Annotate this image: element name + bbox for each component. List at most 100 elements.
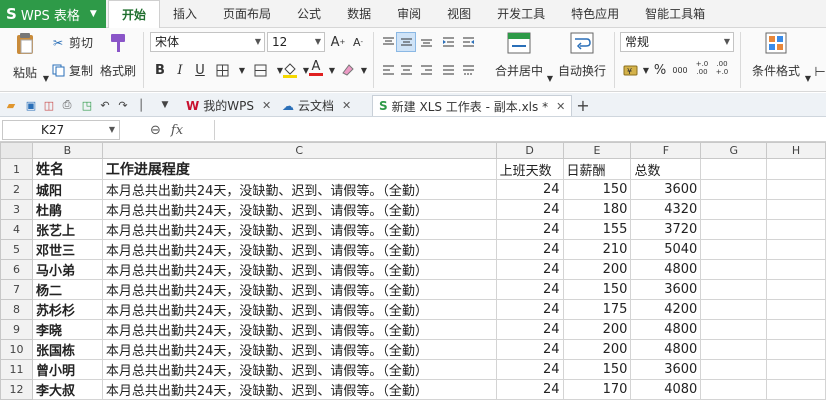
cell[interactable] bbox=[766, 158, 826, 180]
tab-home[interactable]: 开始 bbox=[108, 0, 161, 29]
cell-days[interactable]: 24 bbox=[495, 379, 564, 400]
row-header[interactable]: 7 bbox=[0, 279, 33, 300]
cell-name[interactable]: 马小弟 bbox=[31, 259, 103, 280]
row-header[interactable]: 3 bbox=[0, 199, 33, 220]
column-header[interactable]: D bbox=[495, 142, 564, 159]
cell-total[interactable]: 4800 bbox=[630, 339, 702, 360]
wps-app-menu-button[interactable]: S WPS 表格 ▼ bbox=[0, 0, 106, 28]
underline-button[interactable]: U bbox=[190, 60, 210, 80]
cell-progress[interactable]: 本月总共出勤共24天，没缺勤、迟到、请假等。（全勤） bbox=[101, 379, 497, 400]
cell[interactable] bbox=[700, 339, 768, 360]
cell[interactable] bbox=[700, 299, 768, 320]
cell-days[interactable]: 24 bbox=[495, 239, 564, 260]
cell-days[interactable]: 24 bbox=[495, 219, 564, 240]
tab-page-layout[interactable]: 页面布局 bbox=[210, 0, 284, 28]
cell[interactable]: 上班天数 bbox=[495, 158, 564, 180]
cell-progress[interactable]: 本月总共出勤共24天，没缺勤、迟到、请假等。（全勤） bbox=[101, 219, 497, 240]
cell[interactable]: 工作进展程度 bbox=[101, 158, 497, 180]
cell-daily-pay[interactable]: 150 bbox=[562, 359, 632, 380]
row-header[interactable]: 9 bbox=[0, 319, 33, 340]
cell-days[interactable]: 24 bbox=[495, 199, 564, 220]
cell-total[interactable]: 4200 bbox=[630, 299, 702, 320]
bold-button[interactable]: B bbox=[150, 60, 170, 80]
cell[interactable] bbox=[766, 199, 826, 220]
cell-total[interactable]: 3720 bbox=[630, 219, 702, 240]
print-icon[interactable]: ⎙ bbox=[60, 98, 74, 112]
save-icon[interactable]: ▣ bbox=[24, 98, 38, 112]
justify-icon[interactable] bbox=[438, 60, 458, 80]
decrease-decimal-icon[interactable]: .00 +.0 bbox=[712, 58, 732, 78]
cell-daily-pay[interactable]: 200 bbox=[562, 319, 632, 340]
column-header[interactable]: C bbox=[101, 142, 497, 159]
cell[interactable] bbox=[766, 239, 826, 260]
cell-name[interactable]: 张艺上 bbox=[31, 219, 103, 240]
row-header[interactable]: 8 bbox=[0, 299, 33, 320]
cell-progress[interactable]: 本月总共出勤共24天，没缺勤、迟到、请假等。（全勤） bbox=[101, 239, 497, 260]
cell[interactable]: 总数 bbox=[630, 158, 702, 180]
tab-formulas[interactable]: 公式 bbox=[284, 0, 334, 28]
cell[interactable] bbox=[766, 259, 826, 280]
cell-total[interactable]: 4800 bbox=[630, 259, 702, 280]
cell[interactable]: 姓名 bbox=[31, 158, 103, 180]
font-size-select[interactable]: 12 ▼ bbox=[267, 32, 325, 52]
close-icon[interactable]: ✕ bbox=[262, 99, 271, 112]
cell-name[interactable]: 李大叔 bbox=[31, 379, 103, 400]
cell-total[interactable]: 4800 bbox=[630, 319, 702, 340]
cell[interactable] bbox=[766, 179, 826, 200]
cell[interactable] bbox=[700, 199, 768, 220]
cell-progress[interactable]: 本月总共出勤共24天，没缺勤、迟到、请假等。（全勤） bbox=[101, 259, 497, 280]
row-header[interactable]: 11 bbox=[0, 359, 33, 380]
cell-total[interactable]: 3600 bbox=[630, 179, 702, 200]
close-icon[interactable]: ✕ bbox=[556, 100, 565, 113]
cell-progress[interactable]: 本月总共出勤共24天，没缺勤、迟到、请假等。（全勤） bbox=[101, 279, 497, 300]
tab-smart-toolbox[interactable]: 智能工具箱 bbox=[632, 0, 718, 28]
undo-icon[interactable]: ↶ bbox=[98, 98, 112, 112]
cell[interactable] bbox=[700, 219, 768, 240]
cell-name[interactable]: 杨二 bbox=[31, 279, 103, 300]
cell[interactable] bbox=[766, 339, 826, 360]
row-header[interactable]: 1 bbox=[0, 158, 33, 180]
tab-developer[interactable]: 开发工具 bbox=[484, 0, 558, 28]
cell-days[interactable]: 24 bbox=[495, 179, 564, 200]
cell[interactable] bbox=[700, 179, 768, 200]
redo-icon[interactable]: ↷ bbox=[116, 98, 130, 112]
cell-total[interactable]: 3600 bbox=[630, 279, 702, 300]
tab-my-wps[interactable]: W 我的WPS ✕ bbox=[180, 95, 277, 116]
chevron-down-icon[interactable]: ▼ bbox=[158, 98, 172, 112]
select-all-corner[interactable] bbox=[0, 142, 33, 159]
row-header[interactable]: 10 bbox=[0, 339, 33, 360]
percent-button[interactable]: % bbox=[650, 60, 670, 80]
cell-name[interactable]: 张国栋 bbox=[31, 339, 103, 360]
cell-name[interactable]: 李晓 bbox=[31, 319, 103, 340]
row-header[interactable]: 6 bbox=[0, 259, 33, 280]
chevron-down-icon[interactable]: ▼ bbox=[232, 60, 252, 80]
align-right-icon[interactable] bbox=[416, 60, 436, 80]
cell[interactable] bbox=[700, 279, 768, 300]
distributed-icon[interactable] bbox=[458, 60, 478, 80]
cell-progress[interactable]: 本月总共出勤共24天，没缺勤、迟到、请假等。（全勤） bbox=[101, 339, 497, 360]
merge-grid-icon[interactable] bbox=[250, 60, 270, 80]
column-header[interactable]: H bbox=[766, 142, 826, 159]
cell[interactable] bbox=[766, 219, 826, 240]
decrease-font-icon[interactable]: A- bbox=[348, 32, 368, 52]
tab-insert[interactable]: 插入 bbox=[160, 0, 210, 28]
align-top-icon[interactable] bbox=[378, 32, 398, 52]
cell[interactable] bbox=[766, 379, 826, 400]
wrap-text-button[interactable]: 自动换行 bbox=[554, 32, 610, 79]
tab-view[interactable]: 视图 bbox=[434, 0, 484, 28]
tab-cloud-docs[interactable]: ☁ 云文档 ✕ bbox=[276, 95, 357, 116]
cell-daily-pay[interactable]: 155 bbox=[562, 219, 632, 240]
cell-progress[interactable]: 本月总共出勤共24天，没缺勤、迟到、请假等。（全勤） bbox=[101, 299, 497, 320]
cell[interactable] bbox=[700, 379, 768, 400]
increase-font-icon[interactable]: A + bbox=[328, 32, 348, 52]
cell-progress[interactable]: 本月总共出勤共24天，没缺勤、迟到、请假等。（全勤） bbox=[101, 359, 497, 380]
cell-name[interactable]: 苏杉杉 bbox=[31, 299, 103, 320]
cell-progress[interactable]: 本月总共出勤共24天，没缺勤、迟到、请假等。（全勤） bbox=[101, 179, 497, 200]
preview-icon[interactable]: ◳ bbox=[80, 98, 94, 112]
cut-button[interactable]: ✂ 剪切 bbox=[50, 34, 93, 51]
column-header[interactable]: G bbox=[700, 142, 768, 159]
cell-daily-pay[interactable]: 150 bbox=[562, 179, 632, 200]
cell-name[interactable]: 邓世三 bbox=[31, 239, 103, 260]
increase-indent-icon[interactable] bbox=[458, 32, 478, 52]
cell[interactable] bbox=[700, 158, 768, 180]
